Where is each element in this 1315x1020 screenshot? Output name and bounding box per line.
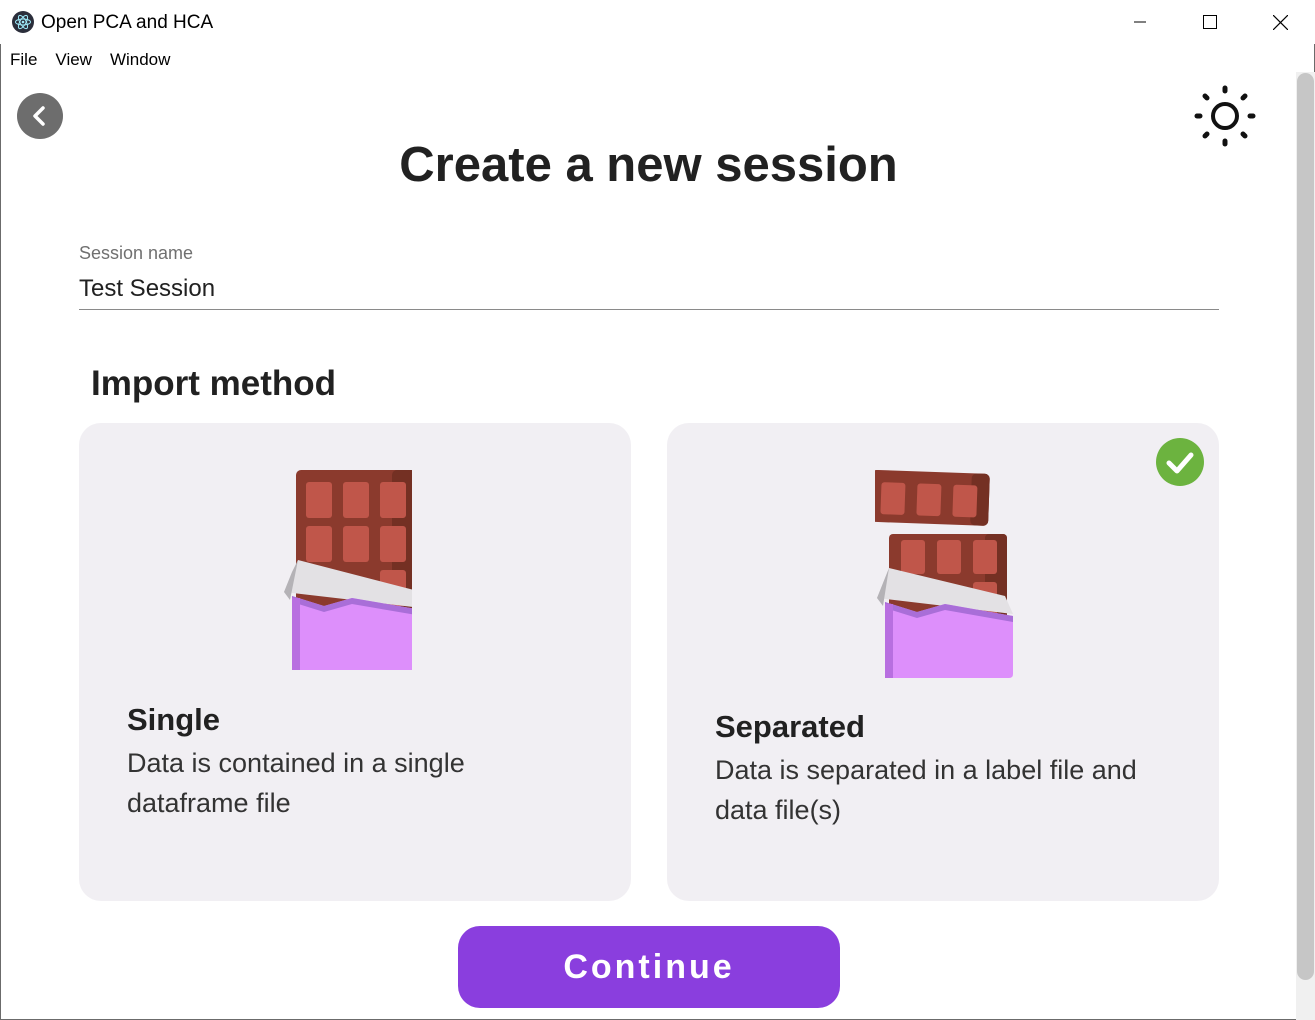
chevron-left-icon: [33, 106, 45, 126]
menu-window[interactable]: Window: [101, 44, 179, 76]
minimize-icon: [1134, 21, 1146, 23]
menu-file[interactable]: File: [0, 44, 46, 76]
menu-bar: File View Window: [0, 44, 179, 76]
maximize-button[interactable]: [1175, 0, 1245, 44]
maximize-icon: [1203, 15, 1217, 29]
option-title: Separated: [715, 709, 865, 744]
option-description: Data is separated in a label file and da…: [715, 755, 1137, 825]
electron-atom-icon: [12, 11, 34, 33]
import-option-separated[interactable]: Separated Data is separated in a label f…: [667, 423, 1219, 901]
scrollbar-thumb[interactable]: [1297, 73, 1314, 980]
window-title: Open PCA and HCA: [41, 12, 214, 33]
option-title: Single: [127, 702, 221, 737]
minimize-button[interactable]: [1105, 0, 1175, 44]
continue-button[interactable]: Continue: [458, 926, 840, 1008]
page-title: Create a new session: [399, 138, 898, 192]
import-option-single[interactable]: Single Data is contained in a single dat…: [79, 423, 631, 901]
import-method-heading: Import method: [91, 364, 336, 403]
session-name-input[interactable]: [79, 269, 1219, 310]
close-icon: [1272, 14, 1288, 30]
menu-view[interactable]: View: [46, 44, 101, 76]
chocolate-bar-icon: [284, 470, 412, 670]
title-bar: Open PCA and HCA: [0, 0, 1315, 44]
broken-chocolate-bar-icon: [875, 470, 1013, 678]
check-circle-icon: [1156, 438, 1204, 486]
option-description: Data is contained in a single dataframe …: [127, 748, 465, 818]
back-button[interactable]: [17, 93, 63, 139]
close-button[interactable]: [1245, 0, 1315, 44]
session-name-label: Session name: [79, 243, 194, 263]
